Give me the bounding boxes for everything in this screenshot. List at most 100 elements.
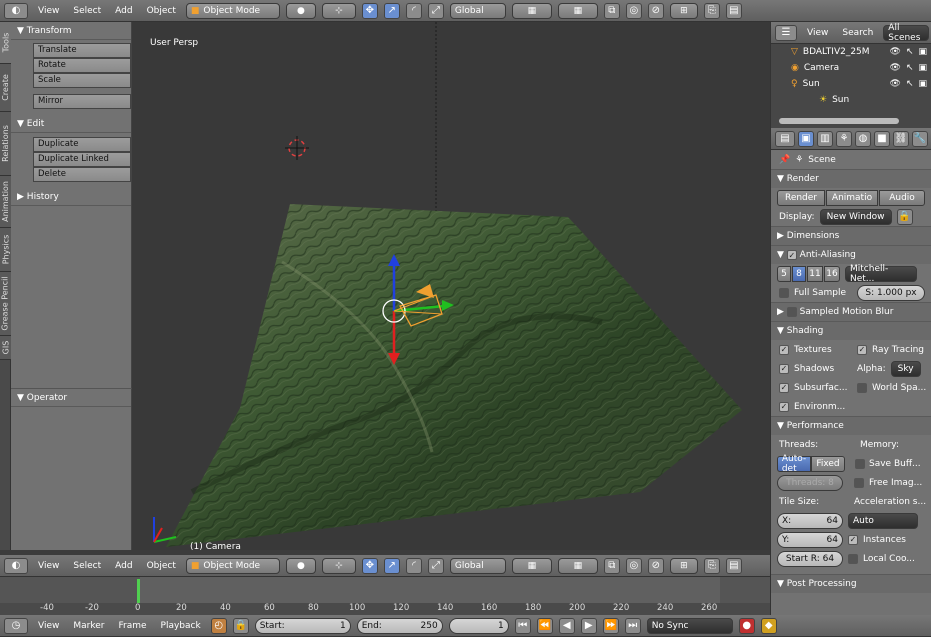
render-tab-icon[interactable]: ▣ [798, 130, 814, 147]
shading-select[interactable]: ● [285, 2, 316, 19]
timeline-menu-frame[interactable]: Frame [114, 621, 150, 631]
3d-cursor[interactable] [285, 136, 309, 160]
outliner-display-select[interactable]: All Scenes [883, 23, 930, 43]
eye-icon[interactable]: 👁 [890, 79, 901, 89]
post-processing-panel-header[interactable]: ▼ Post Processing [771, 574, 931, 593]
tab-relations[interactable]: Relations [0, 112, 11, 176]
tab-tools[interactable]: Tools [0, 22, 11, 64]
opengl-anim-icon-2[interactable]: ▤ [725, 557, 742, 574]
dimensions-panel-header[interactable]: ▶ Dimensions [771, 226, 931, 245]
outliner-row[interactable]: ▽ BDALTIV2_25M 👁 ↖ ▣ [771, 44, 931, 60]
animation-button[interactable]: Animatio [826, 189, 878, 206]
render-button[interactable]: Render [777, 189, 825, 206]
tab-grease-pencil[interactable]: Grease Pencil [0, 272, 11, 336]
duplicate-button[interactable]: Duplicate [33, 137, 131, 152]
modifier-tab-icon[interactable]: 🔧 [912, 130, 928, 147]
outliner-menu-search[interactable]: Search [838, 28, 877, 38]
threads-fixed-button[interactable]: Fixed [811, 455, 845, 472]
alpha-select[interactable]: Sky [890, 360, 921, 377]
filter-size-field[interactable]: S: 1.000 px [857, 284, 925, 301]
tab-physics[interactable]: Physics [0, 228, 11, 272]
translate-icon-2[interactable]: ↗ [383, 557, 400, 574]
edit-panel-header[interactable]: ▼ Edit [11, 115, 131, 133]
outliner-editor-icon[interactable]: ☰ [775, 24, 797, 41]
anti-aliasing-panel-header[interactable]: ▼ ✓ Anti-Aliasing [771, 245, 931, 264]
timeline-menu-view[interactable]: View [34, 621, 63, 631]
opengl-anim-icon[interactable]: ▤ [725, 2, 742, 19]
editor-type-icon-2[interactable]: ◐ [4, 557, 28, 574]
eye-icon[interactable]: 👁 [890, 63, 901, 73]
snap-icon[interactable]: ⊘ [647, 2, 664, 19]
pin-icon[interactable]: 📌 [779, 155, 790, 165]
manipulator-icon[interactable]: ✥ [361, 2, 378, 19]
proportional-icon-2[interactable]: ◎ [625, 557, 642, 574]
world-space-checkbox[interactable] [857, 382, 867, 393]
rotate-icon[interactable]: ◜ [405, 2, 422, 19]
full-sample-checkbox[interactable] [779, 287, 789, 298]
outliner-row[interactable]: ◉ Camera 👁 ↖ ▣ [771, 60, 931, 76]
layers-grid-d[interactable]: ▦ [557, 557, 598, 574]
translate-button[interactable]: Translate [33, 43, 131, 58]
performance-panel-header[interactable]: ▼ Performance [771, 416, 931, 435]
textures-checkbox[interactable]: ✓ [779, 344, 789, 355]
scene-tab-icon[interactable]: ⚘ [836, 130, 852, 147]
duplicate-linked-button[interactable]: Duplicate Linked [33, 152, 131, 167]
3d-viewport[interactable]: User Persp (1) Camera [132, 22, 770, 550]
aa-samples-16[interactable]: 16 [824, 265, 840, 282]
play-icon[interactable]: ▶ [580, 617, 597, 634]
world-tab-icon[interactable]: ◍ [855, 130, 871, 147]
layers-grid-b[interactable]: ▦ [557, 2, 598, 19]
outliner-row[interactable]: ☀ Sun [771, 92, 931, 108]
render-icon[interactable]: ▣ [918, 79, 931, 89]
manipulator-icon-2[interactable]: ✥ [361, 557, 378, 574]
next-keyframe-icon[interactable]: ⏩ [602, 617, 619, 634]
preview-range-icon[interactable]: ◴ [210, 617, 227, 634]
tab-create[interactable]: Create [0, 64, 11, 112]
menu-view[interactable]: View [34, 6, 63, 16]
local-coords-checkbox[interactable] [848, 553, 858, 564]
menu-add[interactable]: Add [111, 6, 136, 16]
rotate-icon-2[interactable]: ◜ [405, 557, 422, 574]
sync-select[interactable]: No Sync [646, 617, 733, 634]
orientation-select-2[interactable]: Global [449, 557, 506, 574]
timeline-menu-playback[interactable]: Playback [157, 621, 205, 631]
transform-panel-header[interactable]: ▼ Transform [11, 22, 131, 40]
menu-add-2[interactable]: Add [111, 561, 136, 571]
menu-select[interactable]: Select [69, 6, 105, 16]
free-image-checkbox[interactable] [854, 477, 864, 488]
operator-panel-header[interactable]: ▼ Operator [11, 389, 131, 407]
instances-checkbox[interactable]: ✓ [848, 534, 858, 545]
tile-x-field[interactable]: X: 64 [777, 512, 843, 529]
layers-grid-a[interactable]: ▦ [511, 2, 552, 19]
layer-lock-icon[interactable]: ⧉ [603, 2, 620, 19]
acceleration-select[interactable]: Auto [848, 512, 918, 529]
audio-button[interactable]: Audio [879, 189, 925, 206]
render-icon[interactable]: ▣ [918, 47, 931, 57]
translate-icon[interactable]: ↗ [383, 2, 400, 19]
jump-start-icon[interactable]: ⏮ [514, 617, 531, 634]
jump-end-icon[interactable]: ⏭ [624, 617, 641, 634]
timeline-editor-icon[interactable]: ◷ [4, 617, 28, 634]
keying-set-icon[interactable]: ◆ [760, 617, 777, 634]
aa-samples-11[interactable]: 11 [807, 265, 823, 282]
threads-auto-button[interactable]: Auto-det [777, 454, 811, 474]
editor-type-icon[interactable]: ◐ [4, 2, 28, 19]
snap-target-select[interactable]: ⊞ [669, 2, 698, 19]
shading-select-2[interactable]: ● [285, 557, 316, 574]
opengl-render-icon-2[interactable]: ⎘ [703, 557, 720, 574]
aa-samples-8[interactable]: 8 [792, 265, 806, 282]
start-resolution-field[interactable]: Start R: 64 [777, 550, 843, 567]
pivot-select[interactable]: ⊹ [321, 2, 356, 19]
tab-animation[interactable]: Animation [0, 176, 11, 228]
object-tab-icon[interactable]: ■ [874, 130, 890, 147]
record-icon[interactable]: ● [738, 617, 755, 634]
lock-icon[interactable]: 🔒 [896, 208, 913, 225]
environment-checkbox[interactable]: ✓ [779, 401, 789, 412]
opengl-render-icon[interactable]: ⎘ [703, 2, 720, 19]
layers-grid-c[interactable]: ▦ [511, 557, 552, 574]
motion-blur-checkbox[interactable] [786, 307, 797, 317]
mode-select-2[interactable]: ■ Object Mode [185, 557, 280, 574]
scale-icon[interactable]: ⤢ [427, 2, 444, 19]
menu-object-2[interactable]: Object [143, 561, 180, 571]
subsurface-checkbox[interactable]: ✓ [779, 382, 789, 393]
